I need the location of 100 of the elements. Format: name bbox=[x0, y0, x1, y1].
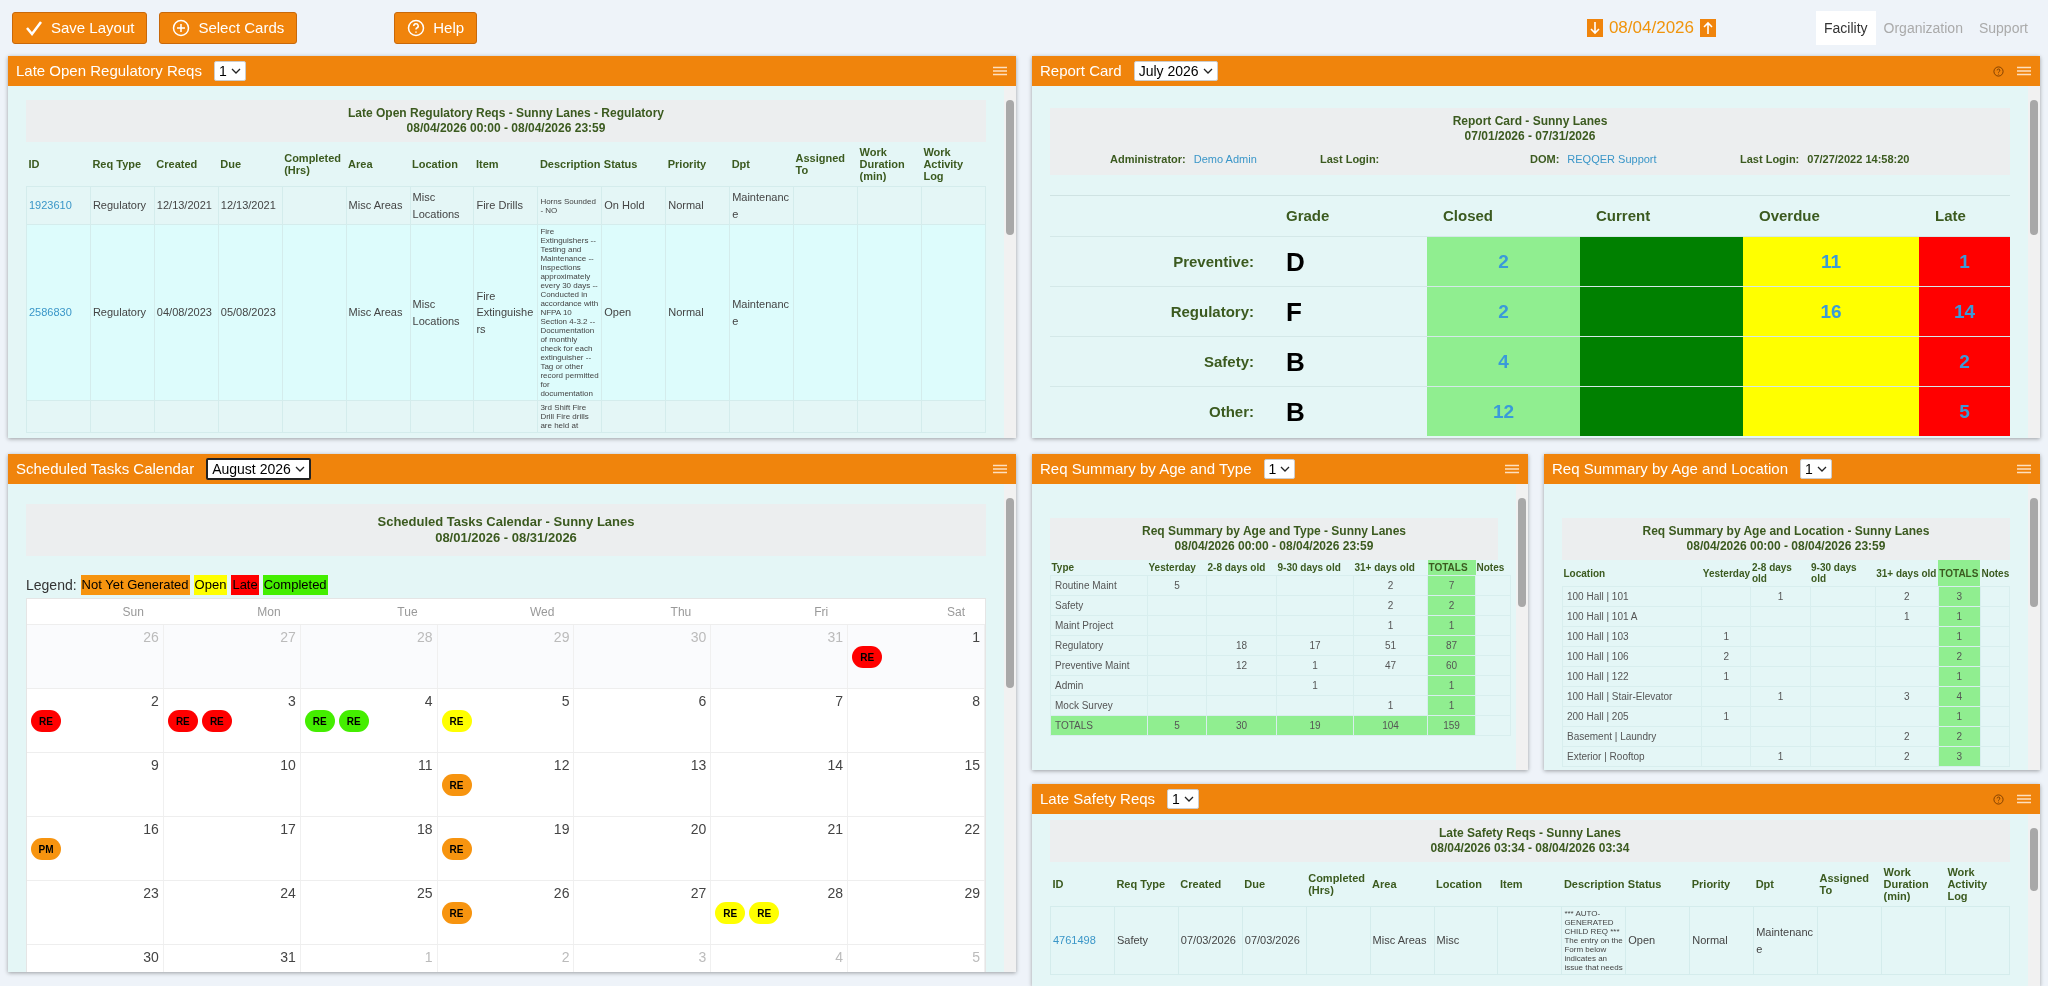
day-number: 15 bbox=[963, 757, 980, 773]
weekday-header: Fri bbox=[813, 604, 830, 621]
task-badge[interactable]: RE bbox=[304, 710, 335, 732]
chevron-down-icon bbox=[294, 466, 305, 472]
column-header: Assigned To bbox=[793, 142, 858, 187]
table-cell: Fire Extinguishers bbox=[473, 224, 538, 401]
column-header: Notes bbox=[1475, 560, 1511, 576]
table-cell: 3 bbox=[1875, 686, 1939, 707]
grade-count-cell: 4 bbox=[1427, 336, 1580, 386]
day-number: 16 bbox=[142, 821, 159, 837]
task-badge[interactable]: RE bbox=[441, 902, 472, 924]
table-cell: Misc Areas bbox=[1370, 906, 1435, 975]
column-header: Closed bbox=[1442, 206, 1494, 226]
day-number: 1 bbox=[423, 949, 433, 965]
legend-item: Completed bbox=[262, 575, 328, 595]
day-number: 18 bbox=[416, 821, 433, 837]
table-cell: 17 bbox=[1276, 635, 1354, 656]
scrollbar[interactable] bbox=[2028, 484, 2040, 770]
column-header: Item bbox=[473, 142, 538, 187]
dropdown[interactable]: 1 bbox=[1800, 459, 1832, 479]
scrollbar[interactable] bbox=[1004, 484, 1016, 972]
report-date-range: 08/04/2026 03:34 - 08/04/2026 03:34 bbox=[1429, 841, 1631, 856]
day-number: 28 bbox=[826, 885, 844, 901]
scrollbar[interactable] bbox=[2028, 86, 2040, 438]
dropdown[interactable]: 1 bbox=[1263, 459, 1296, 479]
task-badge[interactable]: RE bbox=[441, 710, 472, 732]
table-cell: 2 bbox=[1353, 595, 1428, 616]
column-header: Location bbox=[410, 142, 474, 187]
task-badge[interactable]: RE bbox=[31, 710, 61, 732]
column-header: Req Type bbox=[90, 142, 155, 187]
day-number: 25 bbox=[416, 885, 433, 901]
menu-icon[interactable] bbox=[1504, 464, 1520, 474]
table-cell: 200 Hall | 205 bbox=[1562, 706, 1702, 727]
table-cell: 2 bbox=[1701, 646, 1751, 667]
current-date: 08/04/2026 bbox=[1608, 17, 1694, 40]
day-number: 4 bbox=[423, 693, 433, 709]
table-cell: *** AUTO-GENERATED CHILD REQ *** The entry on the Form below indicates an issue that needs bbox=[1561, 906, 1626, 975]
menu-icon[interactable] bbox=[992, 66, 1008, 76]
table-cell: Maint Project bbox=[1050, 615, 1148, 636]
task-badge[interactable]: RE bbox=[441, 774, 472, 796]
table-cell: 12/13/2021 bbox=[154, 186, 219, 225]
column-header: Created bbox=[154, 142, 219, 187]
column-header: Current bbox=[1595, 206, 1652, 226]
column-header: Work Activity Log bbox=[1945, 862, 2010, 907]
day-number: 26 bbox=[552, 885, 570, 901]
day-number: 19 bbox=[552, 821, 570, 837]
table-cell: Basement | Laundry bbox=[1562, 726, 1702, 747]
grade-count-cell: 12 bbox=[1427, 386, 1580, 436]
task-badge[interactable]: RE bbox=[749, 902, 780, 924]
menu-icon[interactable] bbox=[2016, 794, 2032, 804]
scrollbar[interactable] bbox=[1516, 484, 1528, 770]
table-cell: 100 Hall | 106 bbox=[1562, 646, 1702, 667]
task-badge[interactable]: RE bbox=[715, 902, 746, 924]
task-badge[interactable]: RE bbox=[167, 710, 198, 732]
arrow-down-icon[interactable] bbox=[1586, 19, 1603, 37]
task-badge[interactable]: RE bbox=[852, 646, 883, 668]
day-number: 5 bbox=[971, 949, 980, 965]
task-badge[interactable]: RE bbox=[201, 710, 232, 732]
arrow-up-icon[interactable] bbox=[1700, 19, 1716, 37]
column-header: Area bbox=[1370, 862, 1435, 907]
column-header: Grade bbox=[1285, 206, 1331, 226]
day-number: 21 bbox=[826, 821, 844, 837]
column-header: Item bbox=[1497, 862, 1562, 907]
column-header: Location bbox=[1434, 862, 1498, 907]
scrollbar[interactable] bbox=[2028, 814, 2040, 986]
dropdown[interactable]: August 2026 bbox=[206, 458, 311, 480]
row-label: Regulatory: bbox=[1050, 286, 1270, 336]
table-cell: 04/08/2023 bbox=[154, 224, 219, 401]
info-label: Last Login: bbox=[1320, 152, 1380, 167]
scrollbar[interactable] bbox=[1004, 86, 1016, 438]
help-icon[interactable] bbox=[1993, 793, 2004, 805]
table-cell: 100 Hall | Stair-Elevator bbox=[1562, 686, 1702, 707]
dropdown[interactable]: July 2026 bbox=[1133, 61, 1218, 81]
menu-icon[interactable] bbox=[992, 464, 1008, 474]
day-number: 7 bbox=[834, 693, 844, 709]
task-badge[interactable]: RE bbox=[441, 838, 472, 860]
day-number: 6 bbox=[697, 693, 707, 709]
day-number: 27 bbox=[689, 885, 707, 901]
table-cell: 12/13/2021 bbox=[218, 186, 283, 225]
task-badge[interactable]: RE bbox=[338, 710, 369, 732]
column-header: ID bbox=[1050, 862, 1115, 907]
row-label: Other: bbox=[1050, 386, 1270, 436]
table-cell: 3rd Shift Fire Drill Fire drills are held at bbox=[537, 400, 602, 433]
table-cell: 7 bbox=[1427, 575, 1476, 596]
table-cell: Regulatory bbox=[90, 224, 155, 401]
weekday-header: Mon bbox=[256, 604, 282, 621]
chevron-down-icon bbox=[1183, 796, 1194, 802]
dropdown[interactable]: 1 bbox=[1167, 789, 1199, 809]
day-number: 3 bbox=[286, 693, 296, 709]
menu-icon[interactable] bbox=[2016, 66, 2032, 76]
dropdown[interactable]: 1 bbox=[213, 61, 246, 81]
task-badge[interactable]: PM bbox=[31, 838, 61, 860]
table-cell: Horns Sounded - NO bbox=[537, 186, 602, 225]
table-cell: 2 bbox=[1875, 726, 1939, 747]
tab[interactable]: Facility bbox=[1816, 11, 1876, 45]
table-cell: 18 bbox=[1206, 635, 1277, 656]
menu-icon[interactable] bbox=[2016, 464, 2032, 474]
help-icon[interactable] bbox=[1993, 65, 2004, 77]
table-cell: Fire Extinguishers -- Testing and Maintenance -- Inspections approximately every 30 days -- Conducted in accordance with NFPA 10 Section 4-3.2 -- Documentation of monthly check for each extinguisher -- Tag or other record permitted for documentation bbox=[537, 224, 602, 401]
column-header: Yesterday bbox=[1701, 560, 1751, 587]
